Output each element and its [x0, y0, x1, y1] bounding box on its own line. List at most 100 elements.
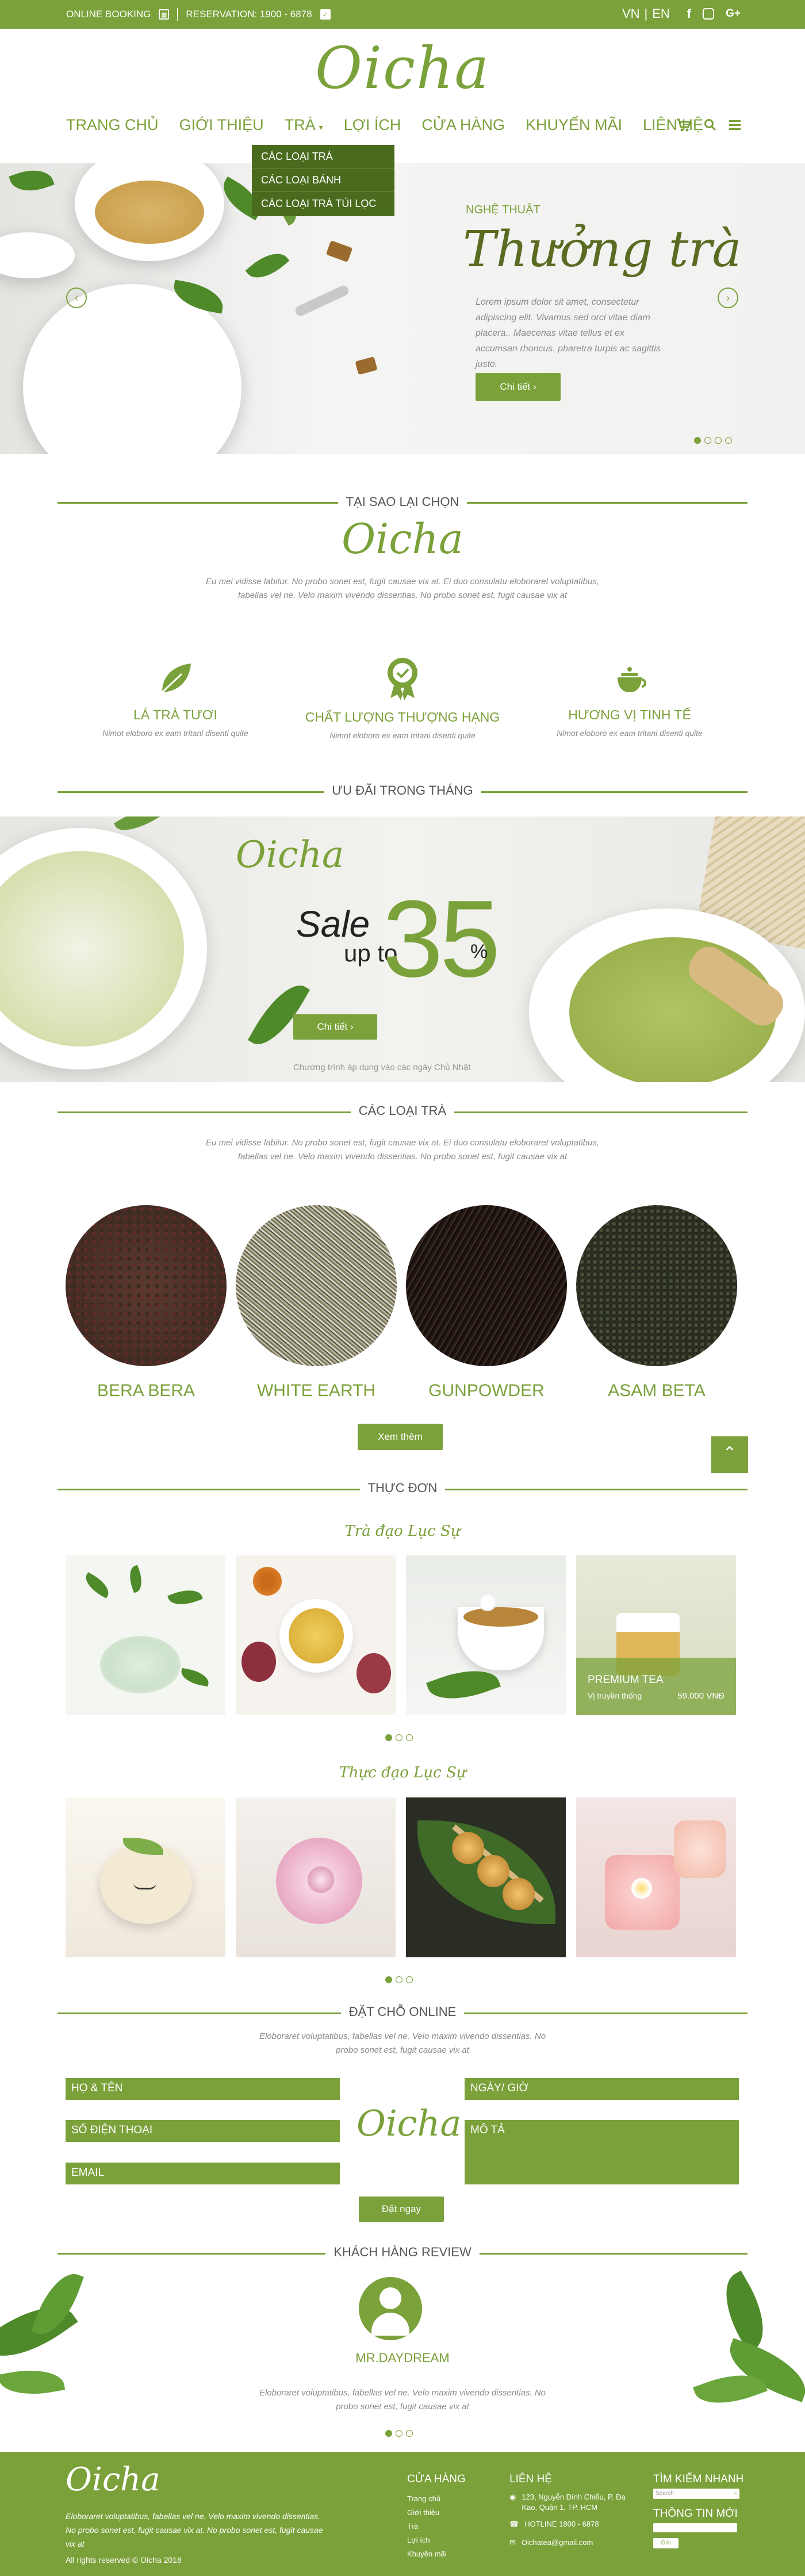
mochi-face	[133, 1883, 156, 1889]
dropdown-item-teabags[interactable]: CÁC LOẠI TRÀ TÚI LỌC	[252, 192, 394, 216]
slider-dot[interactable]	[396, 1976, 402, 1983]
tea-item[interactable]: BERA BERA	[66, 1205, 227, 1401]
footer-store-column: CỬA HÀNG Trang chủ Giới thiệu Trà Lợi íc…	[407, 2472, 466, 2561]
why-section-title: TẠI SAO LẠI CHỌN	[0, 494, 805, 509]
tea-item[interactable]: ASAM BETA	[576, 1205, 737, 1401]
leaf-decoration	[81, 1572, 113, 1598]
footer-link[interactable]: Lợi ích	[407, 2533, 466, 2547]
slider-dot[interactable]	[704, 437, 711, 444]
site-logo[interactable]: Oicha	[0, 34, 805, 102]
hotline[interactable]: HOTLINE 1800 - 6878	[524, 2517, 599, 2531]
instagram-icon[interactable]	[703, 8, 715, 20]
slider-dot[interactable]	[396, 1734, 402, 1741]
lang-en[interactable]: EN	[652, 6, 670, 21]
menu-title-text: THỰC ĐƠN	[359, 1481, 446, 1495]
back-to-top-button[interactable]: ⌃	[711, 1436, 748, 1473]
slider-dot[interactable]	[725, 437, 732, 444]
reservation-phone[interactable]: RESERVATION: 1900 - 6878	[186, 9, 312, 20]
footer-link[interactable]: Khuyến mãi	[407, 2547, 466, 2561]
tea-name: GUNPOWDER	[428, 1381, 545, 1400]
online-booking-link[interactable]: ONLINE BOOKING	[66, 9, 151, 20]
newsletter-input[interactable]	[653, 2523, 737, 2532]
phone-field[interactable]: SỐ ĐIỆN THOẠI	[66, 2120, 340, 2142]
menu-tile[interactable]	[66, 1797, 225, 1957]
deal-logo: Oicha	[236, 834, 344, 876]
deal-note: Chương trình áp dụng vào các ngày Chủ Nh…	[293, 1063, 471, 1072]
slider-dot[interactable]	[715, 437, 722, 444]
location-icon: ◉	[509, 2493, 516, 2501]
footer-link[interactable]: Giới thiệu	[407, 2506, 466, 2520]
menu-tile[interactable]	[66, 1555, 225, 1715]
hero-slider: ‹ › NGHỆ THUẬT Thưởng trà Lorem ipsum do…	[0, 163, 805, 454]
book-now-button[interactable]: Đặt ngay	[359, 2196, 444, 2222]
feature-text: Nimot eloboro ex eam tritani disenti qui…	[557, 729, 703, 738]
deal-details-button[interactable]: Chi tiết ›	[293, 1014, 377, 1040]
lang-separator: |	[644, 6, 648, 21]
cart-icon[interactable]	[676, 118, 692, 136]
search-icon[interactable]	[704, 118, 716, 136]
nav-promotions[interactable]: KHUYẾN MÃI	[526, 116, 622, 134]
hero-slider-dots	[694, 437, 732, 444]
see-more-button[interactable]: Xem thêm	[358, 1424, 443, 1450]
footer-link[interactable]: Trà	[407, 2520, 466, 2533]
nav-benefits[interactable]: LỢI ÍCH	[344, 116, 401, 134]
nav-tea[interactable]: TRÀ ▾	[285, 116, 323, 134]
email[interactable]: Oichatea@gmail.com	[522, 2536, 593, 2550]
leaf-icon	[156, 660, 194, 698]
menu-tile[interactable]	[236, 1555, 396, 1715]
featured-price: 59.000 VNĐ	[677, 1691, 724, 1701]
tea-name: ASAM BETA	[608, 1381, 706, 1400]
facebook-icon[interactable]: f	[687, 6, 691, 21]
menu-tile[interactable]	[406, 1555, 566, 1715]
lang-vn[interactable]: VN	[622, 6, 640, 21]
reviewer-name: MR.DAYDREAM	[355, 2351, 450, 2365]
tea-name: WHITE EARTH	[256, 1381, 376, 1400]
top-bar: ONLINE BOOKING ▦ RESERVATION: 1900 - 687…	[0, 0, 805, 29]
slider-dot[interactable]	[385, 2430, 392, 2437]
slider-dot[interactable]	[385, 1734, 392, 1741]
featured-desc: Vị truyền thống	[588, 1691, 642, 1700]
slider-next-button[interactable]: ›	[718, 288, 738, 308]
slider-dot[interactable]	[385, 1976, 392, 1983]
why-text: Eu mei vidisse labitur. No probo sonet e…	[206, 577, 599, 600]
slider-dot[interactable]	[396, 2430, 402, 2437]
datetime-field[interactable]: NGÀY/ GIỜ	[465, 2078, 739, 2100]
tea-item[interactable]: GUNPOWDER	[406, 1205, 567, 1401]
menu-tile[interactable]	[576, 1797, 736, 1957]
slider-dot[interactable]	[406, 1976, 413, 1983]
tea-image	[406, 1205, 567, 1366]
menu-tile[interactable]	[236, 1797, 396, 1957]
slider-dot[interactable]	[406, 1734, 413, 1741]
nav-stores[interactable]: CỬA HÀNG	[421, 116, 505, 134]
footer-search-input[interactable]: Search ⌕	[653, 2489, 739, 2499]
slider-dot[interactable]	[406, 2430, 413, 2437]
search-icon[interactable]: ⌕	[734, 2489, 737, 2499]
checkbox-icon[interactable]: ✓	[320, 9, 331, 20]
slider-prev-button[interactable]: ‹	[66, 288, 87, 308]
feature-text: Nimot eloboro ex eam tritani disenti qui…	[102, 729, 248, 738]
nav-home[interactable]: TRANG CHỦ	[66, 116, 159, 134]
name-field[interactable]: HỌ & TÊN	[66, 2078, 340, 2100]
footer-logo[interactable]: Oicha	[66, 2461, 160, 2498]
menu-icon[interactable]	[729, 118, 741, 136]
tea-menu-heading: Trà đạo Lục Sự	[344, 1523, 461, 1540]
description-field[interactable]: MÔ TẢ	[465, 2120, 739, 2184]
subscribe-button[interactable]: Gửi	[653, 2538, 678, 2548]
nav-about[interactable]: GIỚI THIỆU	[179, 116, 264, 134]
review-dots	[385, 2430, 413, 2437]
featured-overlay	[576, 1658, 736, 1715]
google-plus-icon[interactable]: G+	[726, 7, 741, 20]
tea-item[interactable]: WHITE EARTH	[236, 1205, 397, 1401]
hero-details-button[interactable]: Chi tiết ›	[476, 373, 561, 401]
menu-tile[interactable]	[406, 1797, 566, 1957]
leaf-decoration	[167, 1585, 203, 1610]
calendar-icon[interactable]: ▦	[159, 9, 170, 20]
menu-tile-featured[interactable]: PREMIUM TEA Vị truyền thống 59.000 VNĐ	[576, 1555, 736, 1715]
slider-dot[interactable]	[694, 437, 701, 444]
dropdown-item-cakes[interactable]: CÁC LOẠI BÁNH	[252, 168, 394, 192]
dropdown-item-teas[interactable]: CÁC LOẠI TRÀ	[252, 145, 394, 168]
email-field[interactable]: EMAIL	[66, 2163, 340, 2184]
booking-text: Eloboraret voluptatibus, fabellas vel ne…	[259, 2031, 546, 2055]
wagashi-flower	[308, 1866, 334, 1893]
footer-link[interactable]: Trang chủ	[407, 2492, 466, 2506]
